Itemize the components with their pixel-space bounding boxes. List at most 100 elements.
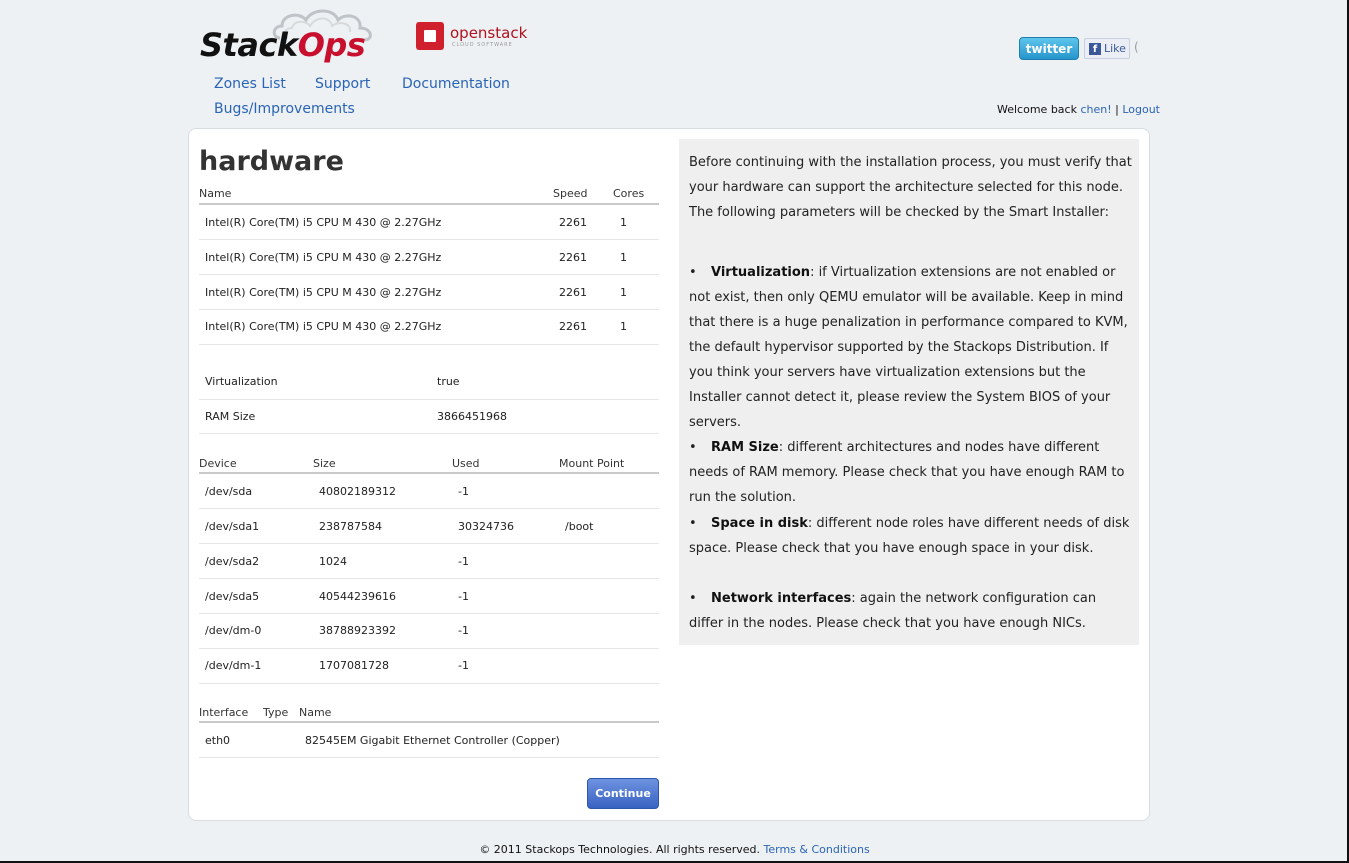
page-title: hardware [199,146,344,177]
nic-header-type: Type [263,706,289,719]
bullet-icon: • [689,440,697,455]
prop-label: RAM Size [205,410,256,423]
cpu-speed: 2261 [559,320,587,333]
disk-device: /dev/dm-0 [205,624,262,637]
row-divider [199,683,659,684]
footer: © 2011 Stackops Technologies. All rights… [0,843,1349,856]
info-text: : if Virtualization extensions are not e… [689,265,1128,430]
disk-used: -1 [458,590,469,603]
row-divider [199,613,659,614]
continue-button[interactable]: Continue [587,778,659,809]
welcome-separator: | [1111,103,1123,116]
properties-table: Virtualization true RAM Size 3866451968 [199,370,659,440]
info-item-virtualization: • Virtualization: if Virtualization exten… [689,260,1134,435]
prop-value: true [437,375,460,388]
nic-interface: eth0 [205,734,231,747]
disk-device: /dev/sda1 [205,520,260,533]
cpu-name: Intel(R) Core(TM) i5 CPU M 430 @ 2.27GHz [205,286,442,299]
nic-header-interface: Interface [199,706,249,719]
facebook-like-label: Like [1104,42,1126,55]
info-item-network: • Network interfaces: again the network c… [689,586,1134,636]
cpu-cores: 1 [620,320,627,333]
nic-header-name: Name [299,706,332,719]
nic-header-rule [199,721,659,723]
cpu-cores: 1 [620,216,627,229]
info-intro: Before continuing with the installation … [689,155,1132,220]
disk-used: -1 [458,659,469,672]
cpu-header-name: Name [199,187,232,200]
cpu-speed: 2261 [559,251,587,264]
disk-used: -1 [458,485,469,498]
disk-used: 30324736 [458,520,514,533]
disk-device: /dev/sda2 [205,555,260,568]
welcome-bar: Welcome back chen! | Logout [997,103,1160,116]
disk-size: 40802189312 [319,485,396,498]
disk-header-rule [199,472,659,474]
info-term: Space in disk [711,516,808,531]
disk-header-size: Size [313,457,336,470]
disk-used: -1 [458,624,469,637]
welcome-text: Welcome back [997,103,1081,116]
openstack-icon [416,22,444,50]
nav-support[interactable]: Support [315,76,370,92]
row-divider [199,757,659,758]
disk-device: /dev/sda5 [205,590,260,603]
row-divider [199,578,659,579]
cpu-speed: 2261 [559,286,587,299]
cpu-header-speed: Speed [553,187,588,200]
facebook-icon: f [1089,43,1101,55]
facebook-like-count: ( [1134,40,1139,54]
disk-header-mount: Mount Point [559,457,625,470]
cpu-header-rule [199,203,659,205]
disk-header-device: Device [199,457,237,470]
cpu-header-cores: Cores [613,187,645,200]
cpu-cores: 1 [620,251,627,264]
openstack-wordmark: openstack [450,24,528,42]
disk-size: 40544239616 [319,590,396,603]
info-term: Virtualization [711,265,811,280]
nic-name: 82545EM Gigabit Ethernet Controller (Cop… [305,734,560,747]
twitter-button[interactable]: twitter [1019,37,1079,60]
disk-used: -1 [458,555,469,568]
disk-size: 238787584 [319,520,382,533]
disk-device: /dev/dm-1 [205,659,262,672]
row-divider [199,543,659,544]
nav-zones-list[interactable]: Zones List [214,76,286,92]
bullet-icon: • [689,591,697,606]
info-item-disk: • Space in disk: different node roles hav… [689,511,1134,561]
disk-size: 1707081728 [319,659,389,672]
cpu-speed: 2261 [559,216,587,229]
nav-bugs-improvements[interactable]: Bugs/Improvements [214,101,355,117]
cpu-name: Intel(R) Core(TM) i5 CPU M 430 @ 2.27GHz [205,216,442,229]
info-term: Network interfaces [711,591,852,606]
facebook-like-button[interactable]: f Like [1084,38,1130,59]
bullet-icon: • [689,265,697,280]
row-divider [199,399,659,400]
terms-link[interactable]: Terms & Conditions [764,843,870,856]
openstack-tagline: CLOUD SOFTWARE [452,42,513,48]
bullet-icon: • [689,516,697,531]
user-link[interactable]: chen! [1080,103,1111,116]
disk-size: 1024 [319,555,347,568]
info-panel: Before continuing with the installation … [679,139,1139,645]
row-divider [199,309,659,310]
cpu-name: Intel(R) Core(TM) i5 CPU M 430 @ 2.27GHz [205,320,442,333]
disk-header-used: Used [452,457,480,470]
nav-documentation[interactable]: Documentation [402,76,510,92]
disk-mount: /boot [565,520,594,533]
info-term: RAM Size [711,440,779,455]
cpu-name: Intel(R) Core(TM) i5 CPU M 430 @ 2.27GHz [205,251,442,264]
row-divider [199,344,659,345]
cpu-table: Name Speed Cores Intel(R) Core(TM) i5 CP… [199,187,659,347]
stackops-logo[interactable]: StackOps [200,6,380,66]
logout-link[interactable]: Logout [1122,103,1160,116]
prop-label: Virtualization [205,375,278,388]
row-divider [199,433,659,434]
row-divider [199,508,659,509]
logo-wordmark: StackOps [200,26,366,64]
row-divider [199,648,659,649]
disk-table: Device Size Used Mount Point /dev/sda 40… [199,456,659,686]
row-divider [199,239,659,240]
info-item-ram: • RAM Size: different architectures and n… [689,435,1134,510]
disk-device: /dev/sda [205,485,253,498]
